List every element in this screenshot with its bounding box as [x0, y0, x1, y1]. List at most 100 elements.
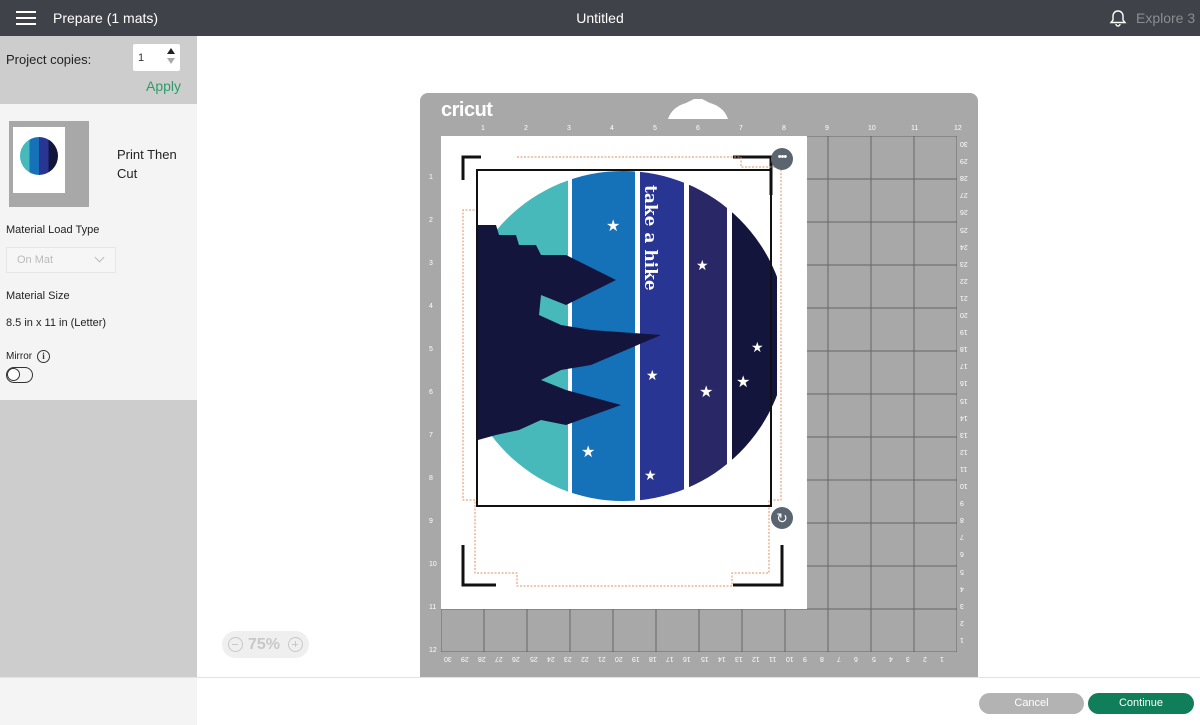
ruler-tick-bottom: 19 — [632, 655, 640, 662]
ruler-tick-right: 17 — [960, 362, 968, 370]
info-icon[interactable]: i — [37, 350, 50, 363]
cancel-button[interactable]: Cancel — [979, 693, 1084, 714]
ruler-tick-right: 18 — [960, 345, 968, 353]
svg-text:★: ★ — [751, 339, 764, 355]
decrement-icon[interactable] — [167, 58, 175, 64]
ruler-tick-right: 11 — [960, 464, 968, 472]
ruler-tick-left: 10 — [429, 561, 437, 568]
ruler-tick-left: 5 — [429, 346, 433, 353]
material-load-type-label: Material Load Type — [6, 224, 100, 236]
footer-sidebar — [0, 678, 197, 725]
ruler-tick-top: 3 — [567, 125, 571, 132]
ruler-tick-bottom: 4 — [888, 655, 893, 662]
ruler-tick-top: 10 — [868, 125, 876, 132]
material-load-type-select[interactable]: On Mat — [6, 247, 116, 273]
design-text: take a hike — [640, 185, 660, 291]
project-copies-label: Project copies: — [6, 52, 92, 67]
apply-button[interactable]: Apply — [146, 78, 181, 94]
ruler-tick-right: 2 — [960, 618, 964, 626]
mat-mode-label: Print Then Cut — [117, 147, 177, 181]
ruler-tick-right: 21 — [960, 293, 968, 301]
ruler-tick-right: 7 — [960, 533, 964, 541]
more-options-icon[interactable]: ••• — [771, 148, 793, 170]
ruler-tick-bottom: 21 — [597, 655, 606, 662]
ruler-tick-right: 8 — [960, 516, 964, 524]
ruler-tick-right: 24 — [960, 242, 968, 250]
ruler-tick-left: 12 — [429, 647, 437, 654]
ruler-tick-top: 6 — [696, 125, 700, 132]
ruler-tick-bottom: 10 — [786, 655, 794, 662]
ruler-tick-bottom: 14 — [717, 655, 726, 662]
machine-name[interactable]: Explore 3 — [1136, 10, 1195, 26]
ruler-tick-right: 3 — [960, 601, 964, 609]
project-copies-input[interactable]: 1 — [133, 44, 180, 71]
ruler-tick-top: 5 — [653, 125, 657, 132]
ruler-tick-right: 12 — [960, 447, 968, 455]
ruler-tick-right: 28 — [960, 174, 968, 182]
ruler-tick-right: 20 — [960, 311, 968, 318]
ruler-tick-right: 16 — [960, 379, 968, 387]
project-copies-panel: Project copies: 1 Apply — [0, 36, 197, 104]
ruler-tick-bottom: 12 — [751, 655, 760, 662]
ruler-tick-left: 3 — [429, 260, 433, 267]
svg-text:★: ★ — [696, 257, 709, 273]
ruler-tick-bottom: 24 — [546, 655, 555, 662]
toggle-knob — [7, 368, 20, 381]
mirror-toggle[interactable] — [6, 367, 33, 383]
rotate-icon[interactable]: ↻ — [771, 507, 793, 529]
ruler-tick-left: 9 — [429, 518, 433, 525]
ruler-tick-bottom: 1 — [939, 655, 944, 662]
ruler-tick-left: 8 — [429, 475, 433, 482]
ruler-tick-top: 7 — [739, 125, 743, 132]
ruler-tick-left: 11 — [429, 604, 437, 611]
svg-text:★: ★ — [644, 467, 657, 483]
sidebar-empty-area — [0, 400, 197, 678]
zoom-control: 75% — [222, 631, 309, 658]
mat-thumbnail[interactable] — [9, 121, 89, 207]
ruler-tick-bottom: 13 — [734, 655, 743, 662]
ruler-tick-top: 9 — [825, 125, 829, 132]
ruler-tick-top: 1 — [481, 125, 485, 132]
continue-button[interactable]: Continue — [1088, 693, 1194, 714]
ruler-tick-bottom: 23 — [563, 655, 572, 662]
ruler-tick-bottom: 8 — [820, 655, 825, 662]
ruler-tick-bottom: 29 — [461, 655, 469, 662]
ruler-tick-bottom: 2 — [922, 655, 927, 662]
material-load-type-value: On Mat — [17, 254, 54, 266]
ruler-tick-right: 26 — [960, 208, 968, 216]
ruler-tick-right: 14 — [960, 413, 968, 421]
zoom-in-icon[interactable] — [288, 637, 303, 652]
ruler-tick-right: 22 — [960, 276, 968, 284]
hamburger-menu-icon[interactable] — [16, 11, 36, 25]
mat-notch — [668, 99, 728, 119]
ruler-tick-left: 1 — [429, 174, 433, 181]
design-canvas: take a hike ★ ★ ★ ★ ★ ★ ★ ★ — [461, 155, 784, 587]
ruler-tick-right: 6 — [960, 550, 964, 558]
ruler-tick-top: 12 — [954, 125, 962, 132]
chevron-down-icon — [94, 252, 105, 263]
registration-mark-br — [733, 545, 784, 587]
increment-icon[interactable] — [167, 48, 175, 54]
ruler-tick-right: 23 — [960, 259, 968, 267]
svg-text:★: ★ — [646, 367, 659, 383]
ruler-tick-bottom: 26 — [512, 655, 521, 662]
ruler-tick-bottom: 16 — [683, 655, 692, 662]
registration-mark-tl — [461, 155, 481, 180]
ruler-tick-bottom: 18 — [649, 655, 657, 662]
ruler-tick-right: 27 — [960, 191, 968, 199]
zoom-out-icon[interactable] — [228, 637, 243, 652]
top-bar: Prepare (1 mats) Untitled Explore 3 — [0, 0, 1200, 36]
ruler-tick-bottom: 22 — [580, 655, 589, 662]
bell-icon[interactable] — [1109, 9, 1127, 27]
ruler-tick-right: 10 — [960, 482, 968, 489]
thumbnail-page — [13, 127, 65, 193]
ruler-tick-bottom: 25 — [529, 655, 538, 662]
ruler-tick-left: 6 — [429, 389, 433, 396]
ruler-tick-bottom: 5 — [871, 655, 876, 662]
mirror-label: Mirror — [6, 351, 33, 362]
material-size-label: Material Size — [6, 290, 70, 302]
ruler-tick-right: 1 — [960, 635, 964, 643]
ruler-tick-right: 29 — [960, 157, 968, 165]
ruler-tick-right: 19 — [960, 328, 968, 336]
ruler-tick-top: 2 — [524, 125, 528, 132]
